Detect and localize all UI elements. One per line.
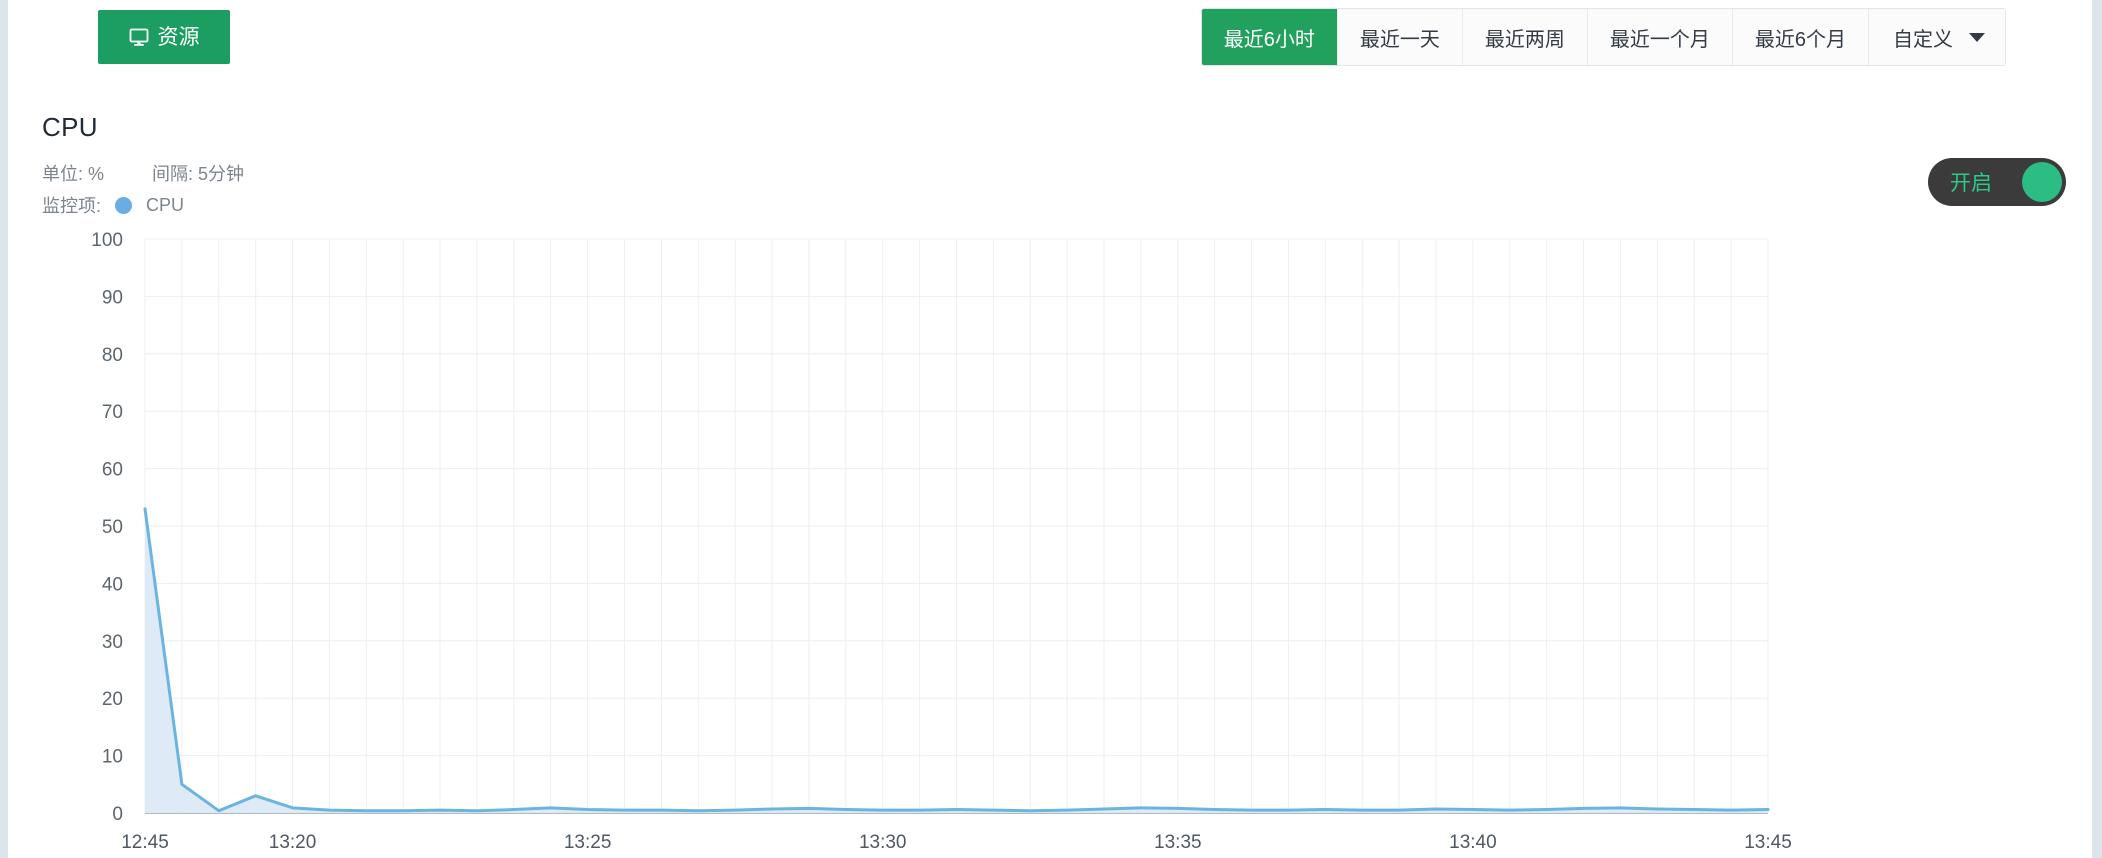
svg-text:13:30: 13:30 (859, 832, 907, 853)
page-title: CPU (42, 112, 98, 142)
svg-text:90: 90 (102, 287, 123, 308)
monitor-icon (129, 27, 149, 47)
monitoring-page: 资源 最近6小时 最近一天 最近两周 最近一个月 最近6个月 自定义 CPU 单… (0, 0, 2102, 858)
tab-last-6-months[interactable]: 最近6个月 (1732, 9, 1869, 65)
chart-legend: 监控项: CPU (42, 192, 184, 218)
unit-label: 单位: % (42, 164, 105, 184)
legend-series-name: CPU (146, 194, 185, 215)
tab-custom-range[interactable]: 自定义 (1869, 9, 2005, 65)
svg-text:13:35: 13:35 (1154, 832, 1202, 853)
tab-label: 自定义 (1893, 28, 1953, 51)
svg-text:40: 40 (102, 574, 123, 595)
tab-last-6-hours[interactable]: 最近6小时 (1201, 9, 1338, 65)
toggle-label: 开启 (1950, 172, 1992, 195)
svg-text:13:25: 13:25 (564, 832, 612, 853)
tab-label: 最近两周 (1484, 28, 1565, 51)
svg-text:80: 80 (102, 345, 123, 366)
resource-button[interactable]: 资源 (98, 10, 230, 64)
svg-text:100: 100 (91, 230, 123, 251)
svg-text:30: 30 (102, 632, 123, 653)
svg-text:13:20: 13:20 (269, 832, 317, 853)
monitor-items-label: 监控项: (42, 196, 102, 216)
time-range-tabs: 最近6小时 最近一天 最近两周 最近一个月 最近6个月 自定义 (1200, 8, 2006, 66)
chart-meta-units: 单位: % 间隔: 5分钟 (42, 160, 244, 186)
svg-text:50: 50 (102, 517, 123, 538)
svg-text:10: 10 (102, 747, 123, 768)
legend-color-dot (115, 196, 133, 214)
svg-text:13:45: 13:45 (1744, 832, 1792, 853)
toolbar: 资源 最近6小时 最近一天 最近两周 最近一个月 最近6个月 自定义 (8, 0, 2092, 78)
tab-last-2-weeks[interactable]: 最近两周 (1462, 9, 1588, 65)
svg-text:20: 20 (102, 689, 123, 710)
interval-label: 间隔: 5分钟 (152, 164, 245, 184)
tab-last-1-month[interactable]: 最近一个月 (1587, 9, 1733, 65)
tab-last-1-day[interactable]: 最近一天 (1337, 9, 1463, 65)
svg-text:0: 0 (112, 804, 123, 825)
tab-label: 最近一天 (1359, 28, 1440, 51)
toggle-knob (2022, 162, 2062, 202)
tab-label: 最近6个月 (1754, 28, 1846, 51)
svg-text:70: 70 (102, 402, 123, 423)
svg-text:13:40: 13:40 (1449, 832, 1497, 853)
svg-text:60: 60 (102, 460, 123, 481)
cpu-chart-svg: 0 10 20 30 40 50 60 70 80 90 100 12:45 13:20 13:25 13:… (91, 230, 1792, 853)
resource-button-label: 资源 (157, 25, 200, 49)
svg-text:12:45: 12:45 (121, 832, 169, 853)
cpu-chart: 0 10 20 30 40 50 60 70 80 90 100 12:45 13:20 13:25 13:… (0, 225, 2102, 858)
monitoring-toggle[interactable]: 开启 (1928, 158, 2066, 206)
tab-label: 最近6小时 (1223, 28, 1315, 51)
tab-label: 最近一个月 (1609, 28, 1710, 51)
chevron-down-icon (1969, 32, 1985, 42)
